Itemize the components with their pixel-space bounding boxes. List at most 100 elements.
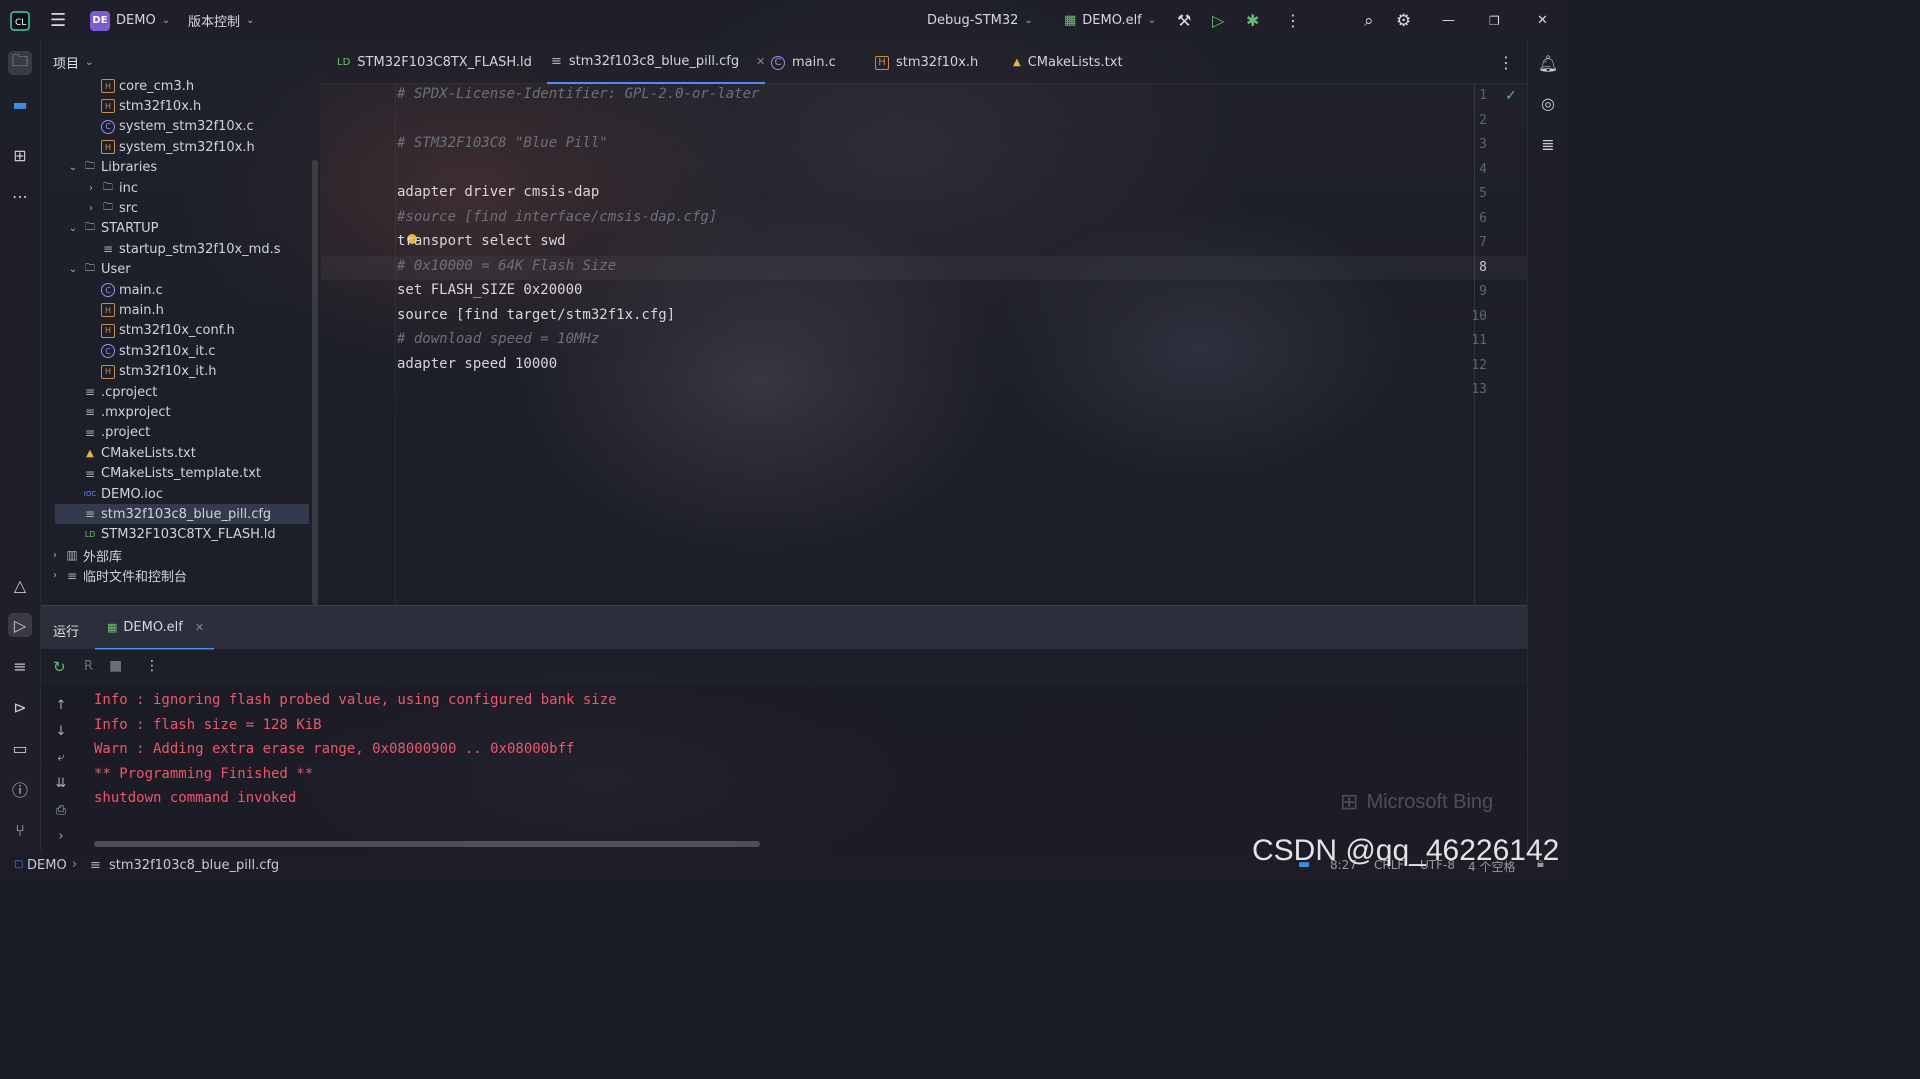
tree-item[interactable]: › 🗀 src <box>41 198 313 218</box>
chevron-down-icon[interactable]: ⌄ <box>67 223 79 234</box>
tree-item[interactable]: Cmain.c <box>41 280 313 300</box>
tree-item[interactable]: ⌄ 🗀 STARTUP <box>41 219 313 239</box>
more-options-icon[interactable]: ⋮ <box>145 658 159 674</box>
status-project[interactable]: DEMO <box>27 858 67 873</box>
tab-stm32f10x-h[interactable]: Hstm32f10x.h <box>871 41 978 84</box>
restore-window-icon[interactable]: ❐ <box>1489 0 1500 41</box>
scroll-down-icon[interactable]: ↓ <box>53 723 69 739</box>
tree-item[interactable]: Hcore_cm3.h <box>41 76 313 96</box>
code-line[interactable]: transport select swd <box>397 233 566 249</box>
tree-item[interactable]: IOC DEMO.ioc <box>41 484 313 504</box>
terminal-icon[interactable]: ▭ <box>8 736 32 760</box>
tree-item[interactable]: › ▥ 外部库 <box>41 545 313 565</box>
minimize-icon[interactable]: — <box>1442 0 1455 41</box>
settings-gear-icon[interactable]: ⚙ <box>1396 0 1411 41</box>
ai-assistant-icon[interactable]: ◎ <box>1536 91 1560 115</box>
search-icon[interactable]: ⌕ <box>1364 0 1374 41</box>
code-comment-line[interactable]: # download speed = 10MHz <box>397 331 599 347</box>
stop-icon[interactable]: ■ <box>109 658 122 674</box>
vcs-menu[interactable]: 版本控制 ⌄ <box>188 0 254 41</box>
code-comment-line[interactable]: # SPDX-License-Identifier: GPL-2.0-or-la… <box>397 86 759 102</box>
tree-item[interactable]: ⌄ 🗀 User <box>41 260 313 280</box>
soft-wrap-icon[interactable]: ⤶ <box>53 749 69 765</box>
app-logo-icon[interactable]: CL <box>10 0 30 41</box>
chevron-right-icon[interactable]: › <box>49 550 61 561</box>
rerun-failed-icon[interactable]: R <box>84 659 93 674</box>
chevron-down-icon[interactable]: ⌄ <box>67 264 79 275</box>
close-tab-icon[interactable]: ✕ <box>195 621 204 634</box>
build-hammer-icon[interactable]: ⚒ <box>1177 0 1191 41</box>
tree-item[interactable]: › 🗀 inc <box>41 178 313 198</box>
debug-bug-icon[interactable]: ✱ <box>1246 0 1259 41</box>
more-options-icon[interactable]: ⋮ <box>1285 0 1301 41</box>
chevron-right-icon[interactable]: › <box>49 570 61 581</box>
target-selector[interactable]: ▦ DEMO.elf ⌄ <box>1064 0 1156 41</box>
code-line[interactable]: set FLASH_SIZE 0x20000 <box>397 282 582 298</box>
run-icon[interactable]: ▷ <box>1212 0 1224 41</box>
tree-item[interactable]: ≡ stm32f103c8_blue_pill.cfg <box>55 504 309 525</box>
code-line[interactable]: adapter speed 10000 <box>397 356 557 372</box>
main-menu-icon[interactable]: ☰ <box>50 0 66 41</box>
close-tab-icon[interactable]: ✕ <box>756 55 765 68</box>
run-tool-icon[interactable]: ▷ <box>8 613 32 637</box>
run-config-selector[interactable]: Debug-STM32 ⌄ <box>927 0 1033 41</box>
problems-icon[interactable]: ⓘ <box>8 777 32 801</box>
print-icon[interactable]: ⎙ <box>53 802 69 818</box>
tree-item[interactable]: ≡ CMakeLists_template.txt <box>41 464 313 484</box>
tree-item[interactable]: Hmain.h <box>41 300 313 320</box>
tree-item[interactable]: ▲ CMakeLists.txt <box>41 443 313 463</box>
tree-item[interactable]: Hstm32f10x.h <box>41 96 313 116</box>
tree-item[interactable]: › ≡ 临时文件和控制台 <box>41 566 313 586</box>
todo-list-icon[interactable]: ≡ <box>8 654 32 678</box>
tab-stm32f103c8tx-flash-ld[interactable]: LD STM32F103C8TX_FLASH.ld <box>333 41 532 84</box>
tree-item[interactable]: ≡ .project <box>41 423 313 443</box>
chevron-down-icon[interactable]: ⌄ <box>67 162 79 173</box>
chevron-right-icon[interactable]: › <box>85 203 97 214</box>
tree-item[interactable]: Hsystem_stm32f10x.h <box>41 137 313 157</box>
cmake-tool-icon[interactable]: △ <box>8 573 32 597</box>
project-panel-header[interactable]: 项目 ⌄ <box>53 53 93 72</box>
console-horizontal-scrollbar[interactable] <box>94 841 760 847</box>
tree-item[interactable]: Hstm32f10x_conf.h <box>41 321 313 341</box>
scroll-to-end-icon[interactable]: ⇊ <box>53 775 69 791</box>
tab-stm32f103c8-blue-pill-cfg[interactable]: ≡ stm32f103c8_blue_pill.cfg ✕ <box>547 41 766 84</box>
tab-cmakelists-txt[interactable]: ▲ CMakeLists.txt <box>1009 41 1123 84</box>
console-output[interactable]: ↑ ↓ ⤶ ⇊ ⎙ › Info : ignoring flash probed… <box>41 685 1527 851</box>
tree-item[interactable]: LD STM32F103C8TX_FLASH.ld <box>41 525 313 545</box>
c-file-icon: C <box>101 283 115 297</box>
inspection-ok-check-icon[interactable]: ✓ <box>1505 88 1517 104</box>
tree-item[interactable]: Cstm32f10x_it.c <box>41 341 313 361</box>
run-tab-demo-elf[interactable]: ▦ DEMO.elf ✕ <box>95 606 214 650</box>
project-folder-icon[interactable]: 🗀 <box>8 51 32 75</box>
tree-item[interactable]: Csystem_stm32f10x.c <box>41 117 313 137</box>
project-switcher[interactable]: DE DEMO ⌄ <box>90 0 170 41</box>
notifications-bell-icon[interactable]: 🔔︎ <box>1536 51 1560 75</box>
status-file[interactable]: stm32f103c8_blue_pill.cfg <box>109 858 279 873</box>
left-tool-strip: 🗀 ▬ ⊞ ⋯ △ ▷ ≡ ⊳ ▭ ⓘ ⑂ <box>0 41 41 851</box>
code-comment-line[interactable]: # STM32F103C8 "Blue Pill" <box>397 135 608 151</box>
tab-main-c[interactable]: Cmain.c <box>767 41 836 84</box>
tab-options-icon[interactable]: ⋮ <box>1498 41 1514 84</box>
tree-item[interactable]: ≡ startup_stm32f10x_md.s <box>41 239 313 259</box>
code-comment-line[interactable]: #source [find interface/cmsis-dap.cfg] <box>397 209 717 225</box>
database-icon[interactable]: ≣ <box>1536 132 1560 156</box>
git-branch-icon[interactable]: ⑂ <box>8 818 32 842</box>
services-icon[interactable]: ⊳ <box>8 695 32 719</box>
code-editor[interactable]: ✓ 1 # SPDX-License-Identifier: GPL-2.0-or… <box>321 84 1527 605</box>
stm32-plugin-icon[interactable]: ▬ <box>8 92 32 116</box>
structure-icon[interactable]: ⊞ <box>8 143 32 167</box>
expand-more-icon[interactable]: › <box>53 828 69 844</box>
project-scrollbar[interactable] <box>312 160 318 605</box>
tree-item[interactable]: ⌄ 🗀 Libraries <box>41 158 313 178</box>
tree-item[interactable]: ≡ .mxproject <box>41 402 313 422</box>
tree-item[interactable]: ≡ .cproject <box>41 382 313 402</box>
scroll-up-icon[interactable]: ↑ <box>53 697 69 713</box>
code-comment-line[interactable]: # 0x10000 = 64K Flash Size <box>397 258 616 274</box>
code-line[interactable]: source [find target/stm32f1x.cfg] <box>397 307 675 323</box>
chevron-right-icon[interactable]: › <box>85 183 97 194</box>
close-window-icon[interactable]: ✕ <box>1537 0 1548 41</box>
rerun-icon[interactable]: ↻ <box>53 658 66 676</box>
code-line[interactable]: adapter driver cmsis-dap <box>397 184 599 200</box>
more-tools-icon[interactable]: ⋯ <box>8 184 32 208</box>
tree-item[interactable]: Hstm32f10x_it.h <box>41 362 313 382</box>
